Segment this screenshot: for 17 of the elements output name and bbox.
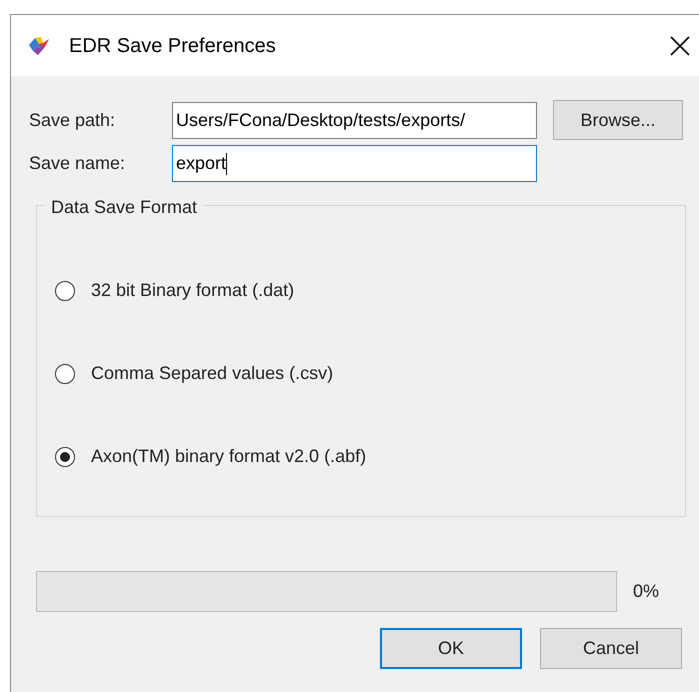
app-logo-icon	[27, 34, 51, 56]
dialog-button[interactable]: Cancel	[540, 628, 682, 669]
radio-button[interactable]	[55, 364, 75, 384]
text-field[interactable]: Users/FCona/Desktop/tests/exports/	[172, 102, 537, 138]
radio-option[interactable]: 32 bit Binary format (.dat)	[55, 277, 685, 304]
radio-button[interactable]	[55, 280, 75, 300]
radio-option[interactable]: Comma Separed values (.csv)	[55, 360, 685, 387]
window-title: EDR Save Preferences	[69, 34, 276, 58]
field-label: Save path:	[29, 108, 116, 132]
browse-button[interactable]: Browse...	[553, 100, 683, 140]
close-icon[interactable]	[669, 34, 691, 56]
radio-option[interactable]: Axon(TM) binary format v2.0 (.abf)	[55, 443, 685, 470]
progress-reading: 0%	[633, 580, 660, 603]
text-field[interactable]: export	[172, 145, 537, 182]
field-label: Save name:	[29, 152, 126, 175]
radio-button[interactable]	[55, 446, 75, 466]
dialog-button[interactable]: OK	[380, 628, 522, 669]
